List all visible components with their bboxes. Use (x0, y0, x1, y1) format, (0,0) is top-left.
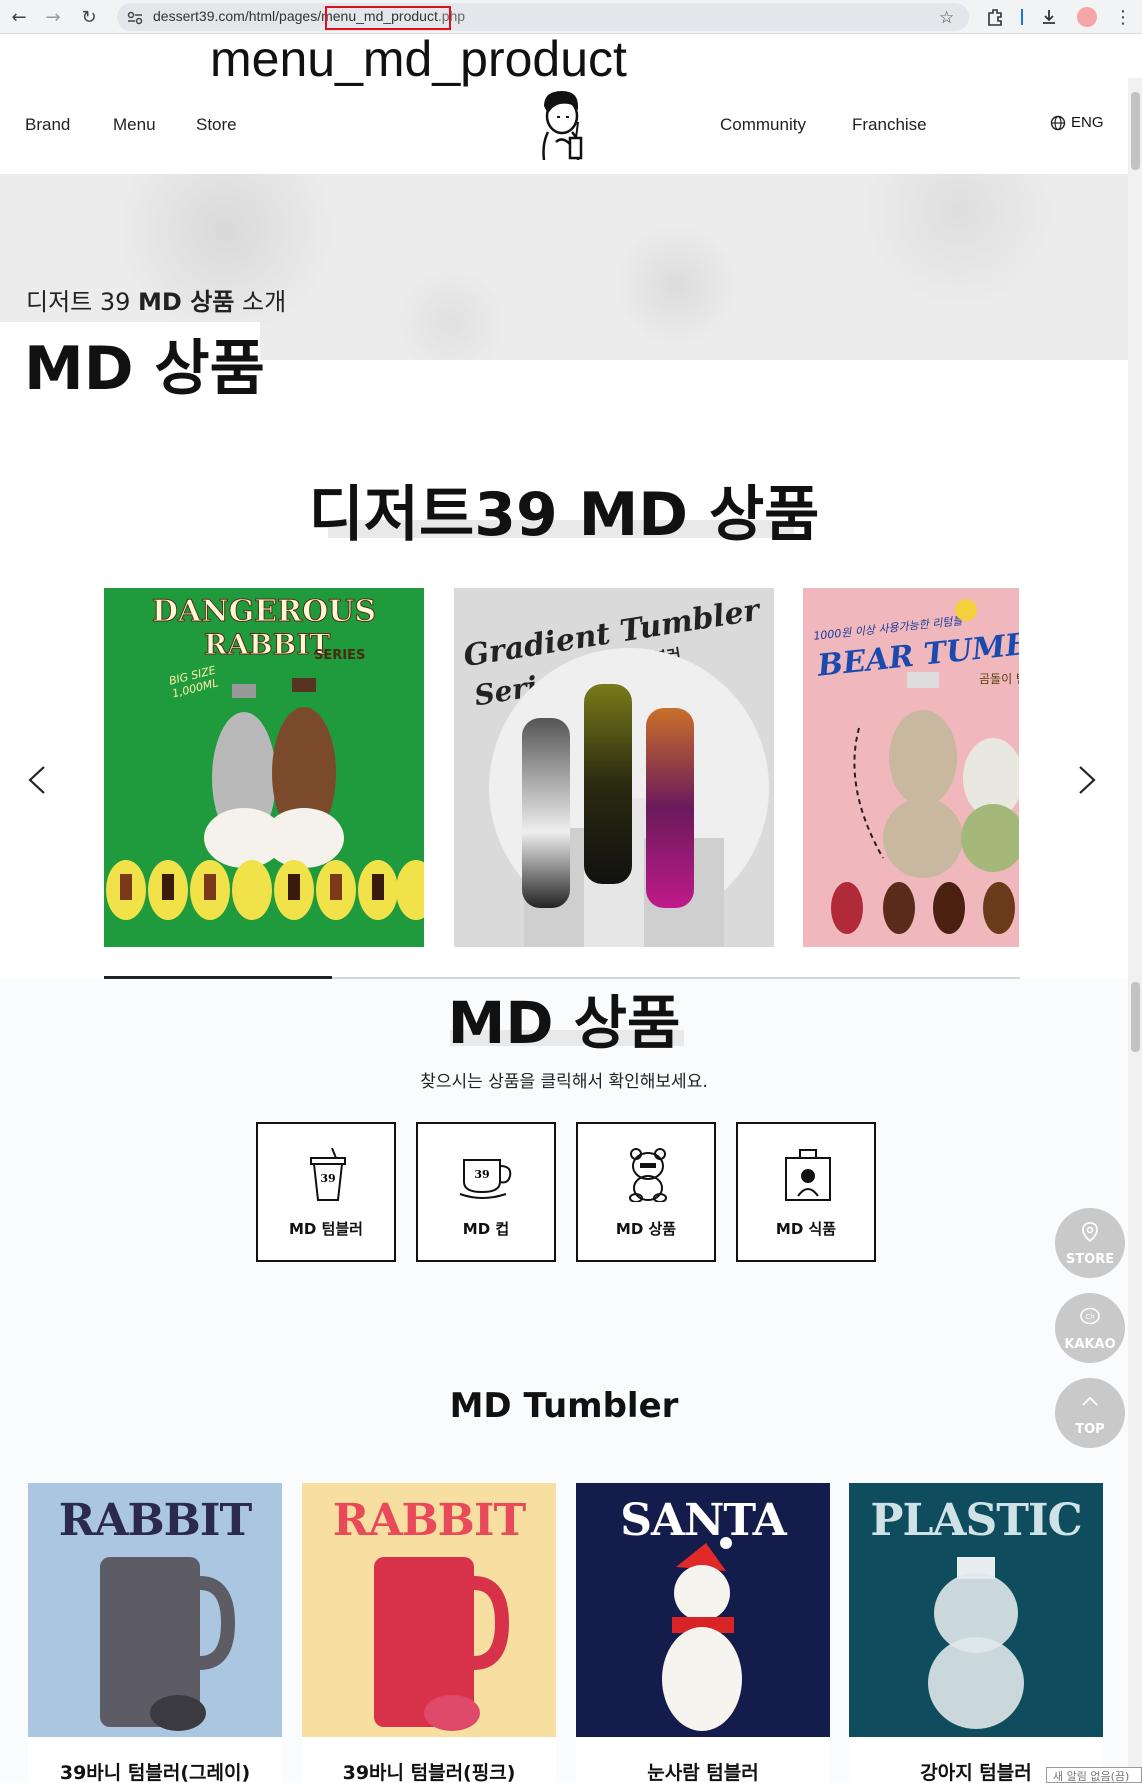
nav-store[interactable]: Store (196, 115, 237, 135)
floating-store-button[interactable]: STORE (1055, 1208, 1125, 1278)
svg-text:Ch: Ch (1085, 1313, 1094, 1321)
reload-icon[interactable]: ↻ (76, 4, 102, 30)
hero-subtitle-suffix: 소개 (234, 288, 287, 316)
coffee-cup-icon: 39 (459, 1159, 512, 1199)
tumbler-section-title: MD Tumbler (449, 1386, 679, 1426)
site-header: Brand Menu Store Community Franchise ENG (0, 78, 1128, 174)
slide-bear-illustration (831, 599, 1019, 934)
url-highlight-box (325, 6, 451, 30)
slide-gradient-illustration (489, 648, 769, 947)
product-card[interactable]: RABBIT 39바니 텀블러(그레이) (28, 1483, 282, 1783)
page-scrollbar-thumb-secondary[interactable] (1131, 982, 1140, 1052)
extensions-icon[interactable] (982, 4, 1008, 30)
carousel-slide-rabbit[interactable]: DANGEROUS RABBIT SERIES BIG SIZE 1,000ML (104, 588, 424, 947)
category-md-tumbler[interactable]: 39 MD 텀블러 (256, 1122, 396, 1262)
category-md-food[interactable]: MD 식품 (736, 1122, 876, 1262)
carousel-next-arrow[interactable] (1074, 765, 1098, 795)
nav-menu[interactable]: Menu (113, 115, 156, 135)
category-md-tumbler-label: MD 텀블러 (288, 1220, 363, 1238)
page-scrollbar-thumb[interactable] (1131, 92, 1140, 170)
back-icon[interactable]: ← (6, 4, 32, 30)
brand-logo[interactable] (534, 88, 592, 162)
bookmark-star-icon[interactable]: ☆ (939, 8, 954, 28)
nav-brand[interactable]: Brand (25, 115, 70, 135)
category-md-goods-label: MD 상품 (615, 1220, 677, 1238)
download-icon[interactable] (1036, 4, 1062, 30)
product-image: RABBIT (302, 1483, 556, 1737)
svg-text:39: 39 (320, 1172, 335, 1185)
url-host: dessert39.com/html/pages/ (153, 8, 322, 24)
floating-store-label: STORE (1065, 1252, 1115, 1267)
hero-subtitle: 디저트 39 MD 상품 소개 (26, 282, 286, 317)
hero-title: MD 상품 (24, 334, 265, 404)
toolbar-divider (1021, 9, 1023, 25)
forward-icon[interactable]: → (40, 4, 66, 30)
bear-figure-icon (629, 1148, 667, 1202)
product-image: SANTA (576, 1483, 830, 1737)
tumbler-cup-icon: 39 (310, 1147, 346, 1201)
category-md-food-label: MD 식품 (775, 1220, 837, 1238)
floating-kakao-button[interactable]: Ch KAKAO (1055, 1293, 1125, 1363)
hero-subtitle-prefix: 디저트 39 (26, 288, 139, 316)
svg-text:39: 39 (474, 1168, 489, 1181)
language-label: ENG (1071, 114, 1104, 131)
carousel-prev-arrow[interactable] (26, 765, 50, 795)
nav-community[interactable]: Community (720, 115, 806, 135)
md-section-title: MD 상품 (447, 989, 681, 1057)
carousel-slide-gradient[interactable]: Gradient Tumbler Series 그라데이션 텀블러 (454, 588, 774, 947)
browser-toolbar: ← → ↻ dessert39.com/html/pages/menu_md_p… (0, 0, 1142, 34)
page-scrollbar[interactable] (1128, 78, 1142, 1783)
product-image: RABBIT (28, 1483, 282, 1737)
location-pin-icon (1082, 1222, 1098, 1242)
category-md-cup-label: MD 컵 (462, 1220, 510, 1238)
product-name: 39바니 텀블러(핑크) (342, 1762, 516, 1783)
product-card[interactable]: PLASTIC 강아지 텀블러 (849, 1483, 1103, 1783)
menu-kebab-icon[interactable]: ⋮ (1110, 4, 1136, 30)
product-card[interactable]: RABBIT 39바니 텀블러(핑크) (302, 1483, 556, 1783)
notification-status-toast: 새 알림 없음(끔) (1046, 1767, 1142, 1783)
product-image: PLASTIC (849, 1483, 1103, 1737)
language-switch[interactable]: ENG (1050, 114, 1104, 131)
md-section-description: 찾으시는 상품을 클릭해서 확인해보세요. (420, 1072, 708, 1092)
product-name: 39바니 텀블러(그레이) (59, 1762, 251, 1783)
carousel-slide-bear[interactable]: 1000원 이상 사용가능한 리텀블 BEAR TUMBLER 곰돌이 텀블러 (803, 588, 1019, 947)
featured-title: 디저트39 MD 상품 (308, 480, 820, 550)
food-bag-icon (785, 1149, 831, 1201)
slide-rabbit-illustration (106, 678, 424, 920)
category-md-goods[interactable]: MD 상품 (576, 1122, 716, 1262)
kakao-channel-icon: Ch (1080, 1307, 1100, 1325)
floating-kakao-label: KAKAO (1064, 1337, 1116, 1352)
address-bar[interactable]: dessert39.com/html/pages/menu_md_product… (117, 3, 969, 31)
product-card[interactable]: SANTA 눈사람 텀블러 (576, 1483, 830, 1783)
category-md-cup[interactable]: 39 MD 컵 (416, 1122, 556, 1262)
nav-franchise[interactable]: Franchise (852, 115, 927, 135)
profile-avatar[interactable] (1077, 7, 1097, 27)
globe-icon (1050, 115, 1066, 130)
product-name: 눈사람 텀블러 (647, 1762, 759, 1783)
hero-subtitle-bold: MD 상품 (138, 288, 235, 316)
site-info-icon[interactable] (127, 10, 143, 25)
